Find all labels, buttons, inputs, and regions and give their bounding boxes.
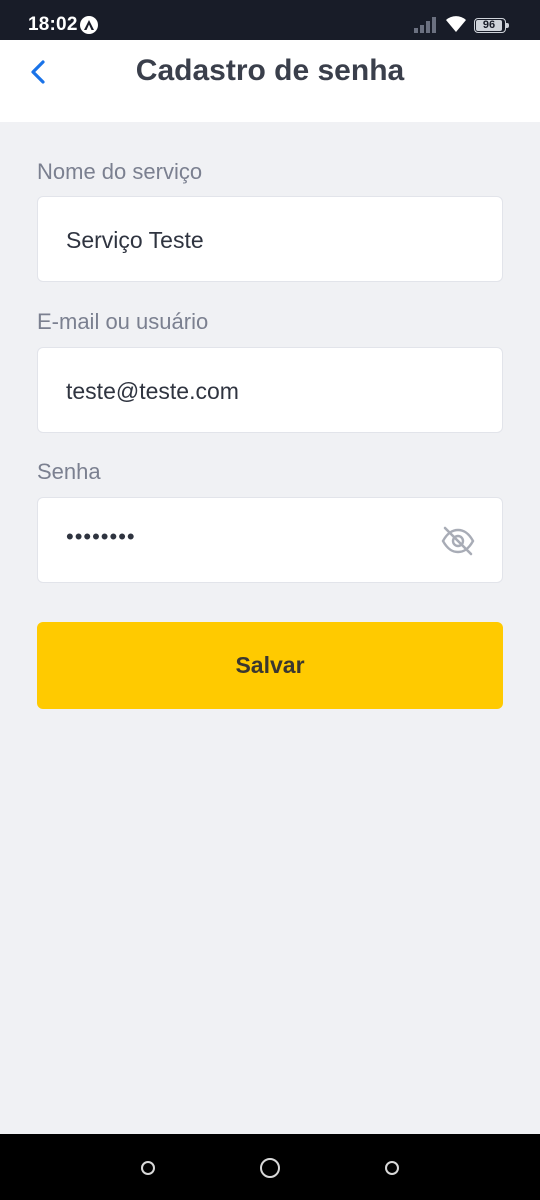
- service-name-input[interactable]: Serviço Teste: [37, 196, 503, 282]
- user-value: teste@teste.com: [66, 378, 239, 404]
- service-name-label: Nome do serviço: [37, 159, 203, 184]
- password-visibility-toggle[interactable]: [438, 522, 478, 560]
- password-input[interactable]: ••••••••: [37, 497, 503, 583]
- wifi-icon: [446, 16, 466, 32]
- password-value: ••••••••: [66, 524, 136, 549]
- app-header: Cadastro de senha: [0, 40, 540, 122]
- battery-icon: 96: [474, 18, 509, 33]
- save-button[interactable]: Salvar: [37, 622, 503, 709]
- page-title: Cadastro de senha: [135, 54, 405, 87]
- signal-icon: [414, 17, 436, 33]
- recents-icon[interactable]: [141, 1161, 155, 1175]
- eye-off-icon: [441, 526, 475, 556]
- app-notification-icon: [80, 16, 98, 34]
- user-label: E-mail ou usuário: [37, 309, 209, 334]
- status-time: 18:02: [28, 14, 78, 35]
- password-label: Senha: [37, 459, 101, 484]
- system-nav-bar: [0, 1134, 540, 1200]
- service-name-value: Serviço Teste: [66, 227, 204, 253]
- battery-level: 96: [476, 20, 502, 31]
- user-input[interactable]: teste@teste.com: [37, 347, 503, 433]
- status-bar: 18:02 96: [0, 0, 540, 40]
- home-icon[interactable]: [260, 1158, 280, 1178]
- back-icon[interactable]: [385, 1161, 399, 1175]
